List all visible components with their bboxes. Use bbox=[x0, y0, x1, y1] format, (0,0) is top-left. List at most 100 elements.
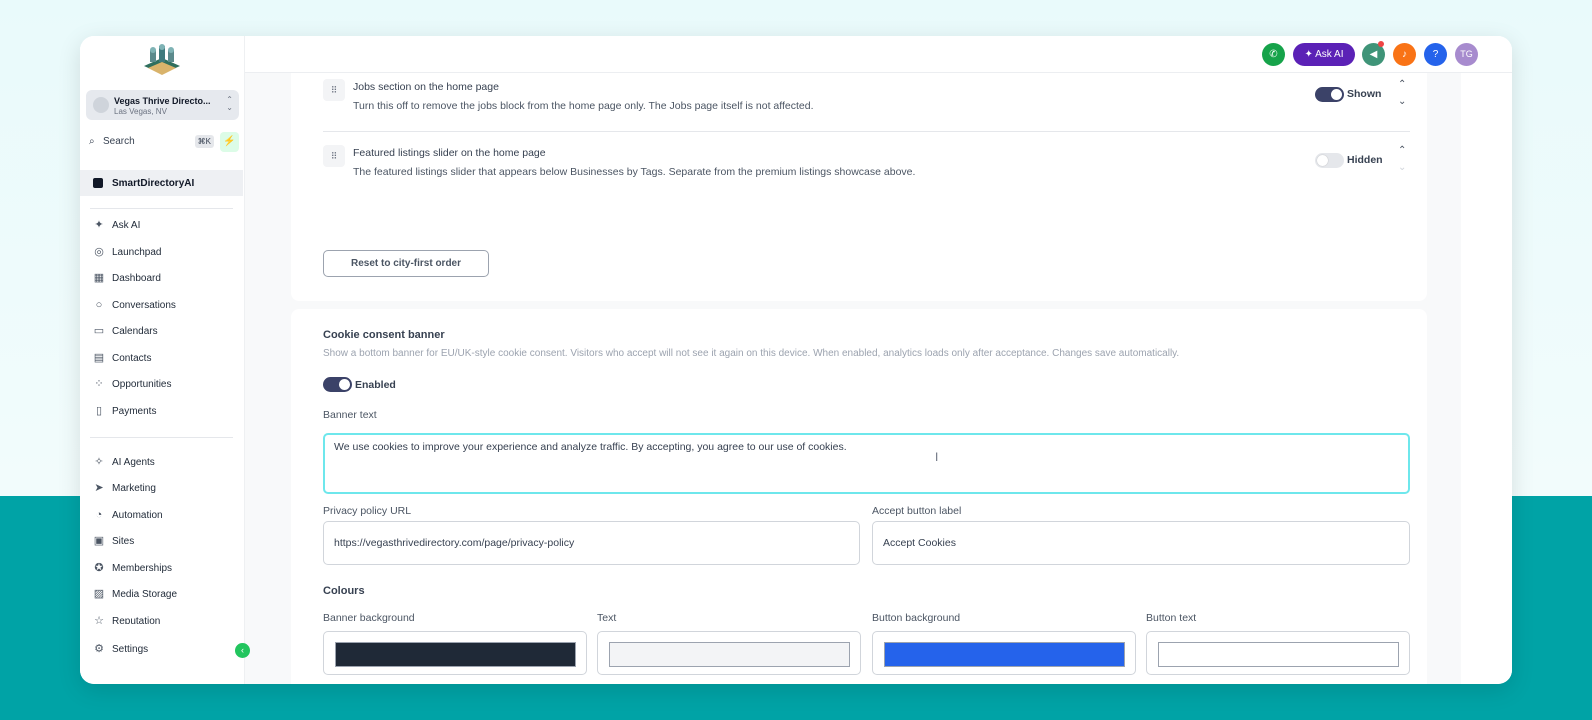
reset-order-button[interactable]: Reset to city-first order bbox=[323, 250, 489, 277]
sparkle-icon: ✦ bbox=[1304, 49, 1313, 60]
toggle-state-label: Hidden bbox=[1347, 154, 1383, 166]
sidebar-item-label: Contacts bbox=[112, 353, 152, 364]
help-button[interactable]: ? bbox=[1424, 43, 1447, 66]
move-down-chevron-icon[interactable]: ⌄ bbox=[1398, 162, 1406, 173]
drag-handle-icon[interactable]: ⠿ bbox=[323, 145, 345, 167]
sidebar-item-label: Calendars bbox=[112, 326, 158, 337]
sidebar-item-label: SmartDirectoryAI bbox=[112, 178, 195, 189]
search-icon: ⌕ bbox=[89, 136, 95, 147]
move-up-chevron-icon[interactable]: ⌃ bbox=[1398, 145, 1406, 156]
row-title: Featured listings slider on the home pag… bbox=[353, 147, 546, 159]
row-description: Turn this off to remove the jobs block f… bbox=[353, 100, 814, 112]
sidebar-item-automation[interactable]: ◔ Automation bbox=[80, 506, 245, 526]
accept-button-label-field[interactable] bbox=[872, 521, 1410, 565]
colour-label: Button background bbox=[872, 612, 961, 624]
sidebar-item-calendars[interactable]: ▭ Calendars bbox=[80, 322, 245, 342]
collapse-sidebar-chevron-icon[interactable]: ‹ bbox=[235, 643, 250, 658]
scrollbar-track[interactable] bbox=[1461, 73, 1512, 684]
color-swatch bbox=[884, 642, 1125, 667]
text-cursor-icon: Ι bbox=[935, 450, 939, 464]
sidebar-item-payments[interactable]: ▯ Payments bbox=[80, 402, 245, 422]
location-switcher[interactable]: Vegas Thrive Directo... Las Vegas, NV ⌃ ⌄ bbox=[86, 90, 239, 120]
logo-icon bbox=[142, 44, 182, 78]
chat-bubble-icon: ○ bbox=[95, 299, 103, 311]
cookie-enabled-toggle[interactable] bbox=[323, 377, 352, 392]
move-up-chevron-icon[interactable]: ⌃ bbox=[1398, 79, 1406, 90]
sidebar-item-ask-ai[interactable]: ✦ Ask AI bbox=[80, 216, 245, 236]
colour-label: Button text bbox=[1146, 612, 1197, 624]
banner-text-label: Banner text bbox=[323, 409, 377, 421]
sidebar-item-label: Ask AI bbox=[112, 220, 141, 231]
sidebar-item-reputation[interactable]: ☆ Reputation bbox=[80, 612, 245, 624]
sidebar-item-label: Conversations bbox=[112, 300, 176, 311]
phone-icon[interactable]: ✆ bbox=[1262, 43, 1285, 66]
toggle-state-label: Enabled bbox=[355, 379, 396, 391]
sidebar-item-label: Reputation bbox=[112, 616, 161, 624]
avatar[interactable]: TG bbox=[1455, 43, 1478, 66]
search-button[interactable]: ⌕ Search ⌘K bbox=[86, 132, 214, 152]
sidebar-item-label: Settings bbox=[112, 644, 149, 655]
sparkle-icon: ✦ bbox=[94, 219, 104, 231]
ask-ai-label: Ask AI bbox=[1315, 49, 1344, 60]
sidebar-item-label: Opportunities bbox=[112, 379, 172, 390]
banner-text-field[interactable]: We use cookies to improve your experienc… bbox=[323, 433, 1410, 494]
bell-icon[interactable]: ♪ bbox=[1393, 43, 1416, 66]
main-content: ⠿ Jobs section on the home page Turn thi… bbox=[245, 73, 1461, 684]
cookie-section-description: Show a bottom banner for EU/UK-style coo… bbox=[323, 348, 1180, 359]
privacy-url-label: Privacy policy URL bbox=[323, 505, 412, 517]
grid-icon: ▦ bbox=[93, 272, 105, 284]
ai-agents-icon: ✧ bbox=[94, 456, 104, 468]
gear-icon: ⚙ bbox=[94, 643, 104, 655]
banner-background-color-picker[interactable] bbox=[323, 631, 587, 675]
sites-icon: ▣ bbox=[93, 535, 105, 547]
text-color-picker[interactable] bbox=[597, 631, 861, 675]
location-icon bbox=[93, 97, 109, 113]
app-window: Vegas Thrive Directo... Las Vegas, NV ⌃ ⌄… bbox=[80, 36, 1512, 684]
move-down-chevron-icon[interactable]: ⌄ bbox=[1398, 96, 1406, 107]
location-city: Las Vegas, NV bbox=[114, 107, 167, 116]
topbar: ✆ ✦ Ask AI ◀ ♪ ? TG bbox=[245, 36, 1512, 73]
color-swatch bbox=[335, 642, 576, 667]
sidebar-item-contacts[interactable]: ▤ Contacts bbox=[80, 349, 245, 369]
home-sections-card: ⠿ Jobs section on the home page Turn thi… bbox=[291, 73, 1427, 301]
sidebar-item-settings[interactable]: ⚙ Settings bbox=[80, 640, 245, 660]
search-label: Search bbox=[103, 136, 135, 147]
sidebar-item-launchpad[interactable]: ◎ Launchpad bbox=[80, 243, 245, 263]
sidebar-item-dashboard[interactable]: ▦ Dashboard bbox=[80, 269, 245, 289]
sidebar-item-label: Launchpad bbox=[112, 247, 162, 258]
toggle-state-label: Shown bbox=[1347, 88, 1382, 100]
sidebar-item-smartdirectoryai[interactable]: SmartDirectoryAI bbox=[80, 170, 243, 196]
featured-toggle[interactable] bbox=[1315, 153, 1344, 168]
color-swatch bbox=[1158, 642, 1399, 667]
sidebar-item-memberships[interactable]: ✪ Memberships bbox=[80, 559, 245, 579]
button-text-color-picker[interactable] bbox=[1146, 631, 1410, 675]
button-background-color-picker[interactable] bbox=[872, 631, 1136, 675]
privacy-url-field[interactable] bbox=[323, 521, 860, 565]
quick-actions-bolt-icon[interactable]: ⚡ bbox=[220, 132, 239, 152]
sidebar-divider bbox=[90, 208, 233, 209]
sidebar-item-label: Marketing bbox=[112, 483, 156, 494]
sidebar-item-label: AI Agents bbox=[112, 457, 155, 468]
drag-handle-icon[interactable]: ⠿ bbox=[323, 79, 345, 101]
sidebar-item-label: Payments bbox=[112, 406, 157, 417]
cookie-section-title: Cookie consent banner bbox=[323, 329, 445, 341]
colour-label: Text bbox=[597, 612, 617, 624]
ask-ai-button[interactable]: ✦ Ask AI bbox=[1293, 43, 1355, 66]
image-icon: ▨ bbox=[93, 588, 105, 600]
sidebar-item-marketing[interactable]: ➤ Marketing bbox=[80, 479, 245, 499]
sidebar-item-ai-agents[interactable]: ✧ AI Agents bbox=[80, 453, 245, 473]
star-icon: ☆ bbox=[94, 615, 104, 624]
sidebar-item-media-storage[interactable]: ▨ Media Storage bbox=[80, 585, 245, 605]
calendar-icon: ▭ bbox=[93, 325, 105, 337]
badge-icon: ✪ bbox=[94, 562, 104, 574]
colour-label: Banner background bbox=[323, 612, 415, 624]
opportunities-icon: ⁘ bbox=[94, 378, 104, 390]
color-swatch bbox=[609, 642, 850, 667]
cookie-consent-card: Cookie consent banner Show a bottom bann… bbox=[291, 309, 1427, 684]
contacts-icon: ▤ bbox=[93, 352, 105, 364]
sidebar-item-sites[interactable]: ▣ Sites bbox=[80, 532, 245, 552]
jobs-toggle[interactable] bbox=[1315, 87, 1344, 102]
sidebar-item-opportunities[interactable]: ⁘ Opportunities bbox=[80, 375, 245, 395]
sidebar-item-conversations[interactable]: ○ Conversations bbox=[80, 296, 245, 316]
sidebar-item-label: Automation bbox=[112, 510, 163, 521]
